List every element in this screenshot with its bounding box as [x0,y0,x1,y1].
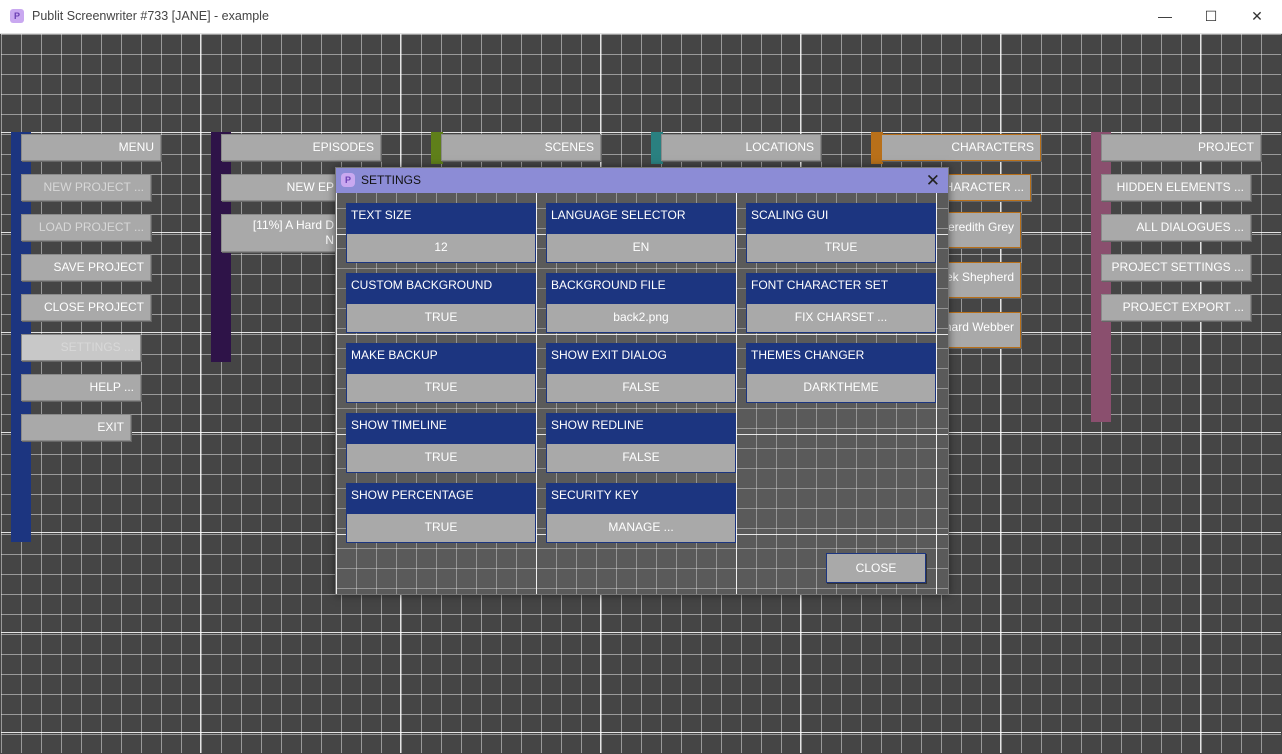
setting-make-backup: MAKE BACKUP TRUE [346,343,536,403]
setting-label: THEMES CHANGER [746,343,936,374]
setting-value-button[interactable]: back2.png [546,304,736,333]
load-project-button[interactable]: LOAD PROJECT ... [21,214,151,241]
setting-text-size: TEXT SIZE 12 [346,203,536,263]
window-titlebar: P Publit Screenwriter #733 [JANE] - exam… [0,0,1282,34]
menu-header[interactable]: MENU [21,134,161,161]
save-project-button[interactable]: SAVE PROJECT [21,254,151,281]
setting-value-button[interactable]: 12 [346,234,536,263]
settings-dialog: P SETTINGS ✕ TEXT SIZE 12 LANGUAGE SELEC… [335,167,949,595]
setting-value-button[interactable]: TRUE [746,234,936,263]
setting-label: TEXT SIZE [346,203,536,234]
setting-value-button[interactable]: TRUE [346,374,536,403]
app-logo-icon: P [10,9,24,23]
episode-title: [11%] A Hard D [252,218,334,232]
setting-label: SHOW TIMELINE [346,413,536,444]
locations-header[interactable]: LOCATIONS [661,134,821,161]
project-export-button[interactable]: PROJECT EXPORT ... [1101,294,1251,321]
app-logo-icon: P [341,173,355,187]
setting-language-selector: LANGUAGE SELECTOR EN [546,203,736,263]
close-project-button[interactable]: CLOSE PROJECT [21,294,151,321]
settings-dialog-titlebar: P SETTINGS ✕ [336,168,948,193]
hidden-elements-button[interactable]: HIDDEN ELEMENTS ... [1101,174,1251,201]
setting-value-button[interactable]: FALSE [546,444,736,473]
setting-value-button[interactable]: TRUE [346,444,536,473]
setting-label: FONT CHARACTER SET [746,273,936,304]
episodes-header[interactable]: EPISODES [221,134,381,161]
setting-label: SCALING GUI [746,203,936,234]
setting-value-button[interactable]: MANAGE ... [546,514,736,543]
setting-value-button[interactable]: DARKTHEME [746,374,936,403]
setting-value-button[interactable]: FALSE [546,374,736,403]
setting-label: SHOW PERCENTAGE [346,483,536,514]
episode-title-continued: N [325,233,334,247]
help-button[interactable]: HELP ... [21,374,141,401]
setting-show-percentage: SHOW PERCENTAGE TRUE [346,483,536,543]
window-title: Publit Screenwriter #733 [JANE] - exampl… [32,9,269,23]
exit-button[interactable]: EXIT [21,414,131,441]
setting-themes-changer: THEMES CHANGER DARKTHEME [746,343,936,403]
maximize-button[interactable]: ☐ [1188,0,1234,33]
new-episode-button[interactable]: NEW EP [221,174,341,201]
setting-font-character-set: FONT CHARACTER SET FIX CHARSET ... [746,273,936,333]
close-window-button[interactable]: ✕ [1234,0,1280,33]
close-settings-button[interactable]: CLOSE [826,553,926,583]
setting-label: BACKGROUND FILE [546,273,736,304]
setting-value-button[interactable]: TRUE [346,304,536,333]
all-dialogues-button[interactable]: ALL DIALOGUES ... [1101,214,1251,241]
characters-header[interactable]: CHARACTERS [881,134,1041,161]
setting-label: LANGUAGE SELECTOR [546,203,736,234]
setting-label: CUSTOM BACKGROUND [346,273,536,304]
new-project-button[interactable]: NEW PROJECT ... [21,174,151,201]
setting-value-button[interactable]: EN [546,234,736,263]
setting-scaling-gui: SCALING GUI TRUE [746,203,936,263]
setting-background-file: BACKGROUND FILE back2.png [546,273,736,333]
setting-show-timeline: SHOW TIMELINE TRUE [346,413,536,473]
settings-button[interactable]: SETTINGS ... [21,334,141,361]
setting-label: SECURITY KEY [546,483,736,514]
setting-label: SHOW EXIT DIALOG [546,343,736,374]
episode-item[interactable]: [11%] A Hard D N [221,214,341,252]
scenes-header[interactable]: SCENES [441,134,601,161]
settings-dialog-title: SETTINGS [361,173,422,187]
setting-value-button[interactable]: TRUE [346,514,536,543]
setting-show-exit-dialog: SHOW EXIT DIALOG FALSE [546,343,736,403]
setting-security-key: SECURITY KEY MANAGE ... [546,483,736,543]
setting-custom-background: CUSTOM BACKGROUND TRUE [346,273,536,333]
setting-show-redline: SHOW REDLINE FALSE [546,413,736,473]
setting-label: SHOW REDLINE [546,413,736,444]
project-settings-button[interactable]: PROJECT SETTINGS ... [1101,254,1251,281]
project-header[interactable]: PROJECT [1101,134,1261,161]
minimize-button[interactable]: — [1142,0,1188,33]
setting-value-button[interactable]: FIX CHARSET ... [746,304,936,333]
close-icon[interactable]: ✕ [926,168,940,193]
setting-label: MAKE BACKUP [346,343,536,374]
